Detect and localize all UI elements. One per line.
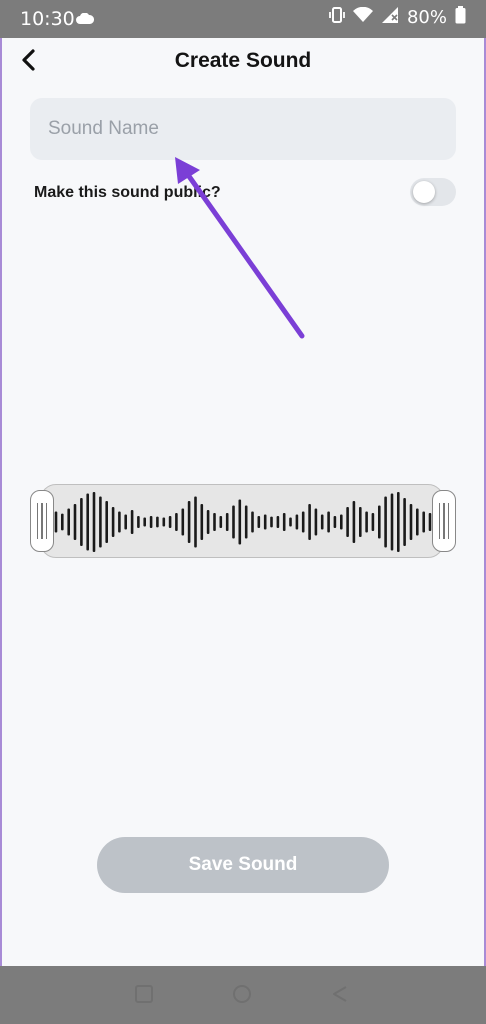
waveform-bar (130, 510, 134, 534)
cloud-icon (76, 10, 95, 29)
waveform-bar (137, 516, 140, 528)
waveform-bar (365, 511, 368, 533)
waveform-bar (200, 504, 204, 540)
toggle-knob (413, 181, 435, 203)
waveform-bar (54, 511, 58, 533)
waveform-bar (225, 513, 229, 531)
waveform-bar (213, 513, 216, 531)
waveform-bar (175, 513, 178, 531)
waveform-bar (187, 501, 191, 543)
trim-handle-left[interactable] (30, 490, 54, 552)
battery-icon (455, 6, 466, 28)
waveform-bar (244, 505, 248, 539)
wifi-icon (352, 6, 373, 27)
waveform-bar (168, 516, 172, 528)
waveform-bar (346, 507, 349, 537)
waveform-bar (352, 501, 356, 543)
signal-icon (381, 6, 399, 28)
trim-handle-right[interactable] (432, 490, 456, 552)
waveform-bar (422, 511, 425, 533)
waveform-bar (86, 493, 89, 551)
waveform-bar (206, 510, 210, 534)
waveform-bar (263, 514, 267, 530)
waveform-bar (340, 514, 343, 530)
waveform (54, 492, 432, 552)
page-title: Create Sound (174, 49, 312, 72)
waveform-bar (327, 511, 330, 533)
waveform-bar (308, 504, 311, 540)
vibrate-icon (329, 6, 345, 28)
waveform-bar (282, 513, 286, 531)
waveform-bar (270, 516, 273, 528)
waveform-bar (111, 507, 115, 537)
waveform-bar (295, 514, 299, 530)
waveform-bar (92, 492, 96, 552)
waveform-bar (99, 496, 102, 548)
waveform-bar (390, 493, 394, 551)
waveform-track[interactable] (40, 484, 444, 558)
recents-square-icon[interactable] (134, 984, 158, 1006)
waveform-bar (384, 496, 387, 548)
waveform-bar (257, 516, 261, 528)
status-time: 10:30 (20, 8, 75, 30)
battery-percent: 80% (406, 6, 447, 28)
waveform-bar (105, 501, 108, 543)
waveform-bar (194, 496, 197, 548)
waveform-bar (301, 511, 305, 533)
public-toggle[interactable] (410, 178, 456, 206)
sound-name-input[interactable] (30, 98, 456, 160)
waveform-bar (333, 516, 337, 528)
waveform-bar (403, 498, 406, 546)
waveform-bar (118, 511, 121, 533)
waveform-bar (251, 511, 254, 533)
waveform-bar (149, 516, 153, 528)
waveform-bar (314, 508, 318, 536)
waveform-bar (73, 504, 77, 540)
waveform-bar (276, 516, 280, 528)
waveform-bar (397, 492, 400, 552)
public-toggle-label: Make this sound public? (34, 184, 221, 201)
waveform-bar (371, 513, 375, 531)
waveform-bar (409, 504, 413, 540)
waveform-bar (416, 508, 419, 536)
waveform-bar (181, 508, 185, 536)
waveform-bar (238, 499, 242, 545)
home-circle-icon[interactable] (232, 984, 256, 1006)
status-bar: 10:30 80% (0, 0, 486, 38)
waveform-bar (143, 517, 146, 527)
waveform-bar (162, 517, 166, 527)
save-sound-button[interactable]: Save Sound (97, 837, 389, 893)
waveform-bar (61, 513, 64, 531)
waveform-bar (378, 505, 381, 539)
frame-edge-left (0, 38, 2, 966)
back-triangle-icon[interactable] (330, 984, 354, 1006)
header: Create Sound (0, 38, 486, 88)
waveform-bar (219, 516, 223, 528)
waveform-bar (124, 514, 127, 530)
waveform-bar (232, 505, 235, 539)
waveform-bar (80, 498, 83, 546)
waveform-bar (320, 514, 324, 530)
waveform-bar (428, 513, 432, 531)
waveform-bar (67, 508, 70, 536)
waveform-bar (359, 507, 362, 537)
waveform-bar (156, 516, 159, 528)
navigation-bar (0, 966, 486, 1024)
waveform-bar (289, 517, 292, 527)
